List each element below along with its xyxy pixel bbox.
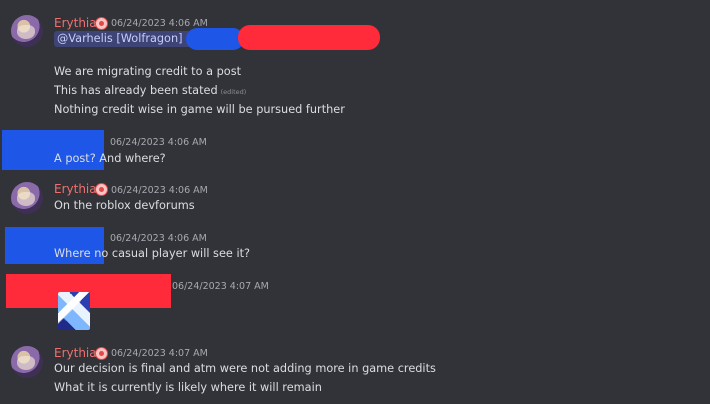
timestamp[interactable]: 06/24/2023 4:06 AM — [110, 233, 207, 244]
message-text: This has already been stated — [54, 84, 218, 97]
message-line: This has already been stated (edited) — [54, 84, 246, 97]
timestamp[interactable]: 06/24/2023 4:07 AM — [172, 281, 269, 292]
wolf-sticker-icon[interactable] — [58, 292, 90, 330]
edited-label: (edited) — [220, 88, 247, 96]
message-line: On the roblox devforums — [54, 199, 195, 212]
message-line: Nothing credit wise in game will be purs… — [54, 103, 345, 116]
timestamp[interactable]: 06/24/2023 4:06 AM — [110, 137, 207, 148]
user-mention[interactable]: @Varhelis [Wolfragon] ✓ — [54, 31, 199, 47]
redaction-blue — [186, 28, 244, 50]
author-name[interactable]: Erythia — [54, 346, 97, 360]
message-line: Where no casual player will see it? — [54, 247, 251, 260]
message-line: What it is currently is likely where it … — [54, 381, 322, 394]
role-badge-icon[interactable] — [95, 17, 108, 30]
timestamp[interactable]: 06/24/2023 4:07 AM — [111, 348, 208, 359]
avatar[interactable] — [11, 346, 43, 378]
avatar[interactable] — [11, 15, 43, 47]
message-line: We are migrating credit to a post — [54, 65, 242, 78]
timestamp[interactable]: 06/24/2023 4:06 AM — [111, 185, 208, 196]
redaction-red — [238, 25, 380, 50]
message-line: A post? And where? — [54, 152, 166, 165]
author-name[interactable]: Erythia — [54, 16, 97, 30]
author-name[interactable]: Erythia — [54, 182, 97, 196]
role-badge-icon[interactable] — [95, 347, 108, 360]
message-line: Our decision is final and atm were not a… — [54, 362, 436, 375]
role-badge-icon[interactable] — [95, 183, 108, 196]
avatar[interactable] — [11, 182, 43, 214]
